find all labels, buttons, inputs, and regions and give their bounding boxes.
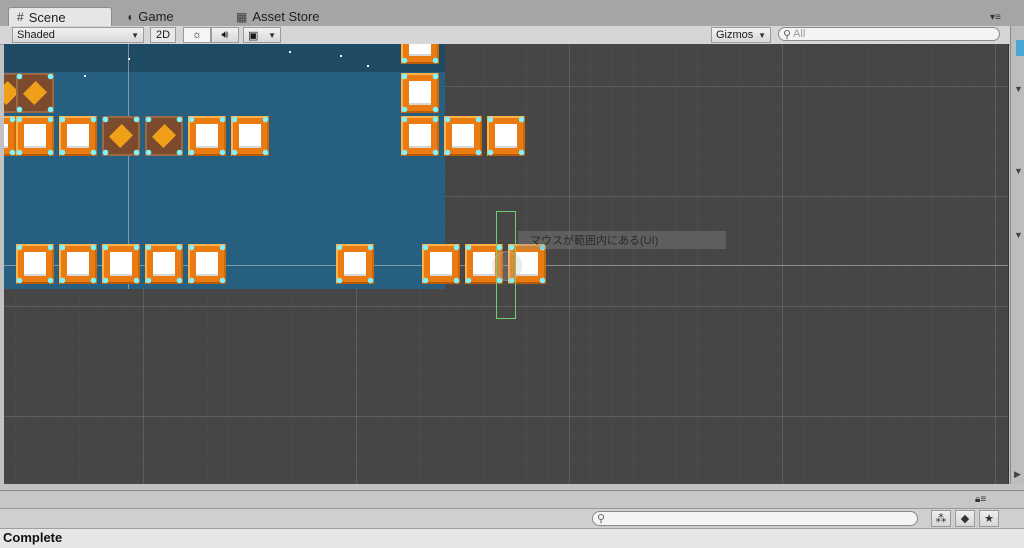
search-icon: ⚲ bbox=[783, 28, 792, 41]
ui-hover-label: マウスが範囲内にある(UI) bbox=[518, 231, 726, 249]
sun-icon: ☼ bbox=[191, 29, 203, 41]
inspector-strip bbox=[1010, 26, 1024, 484]
ground-tile[interactable] bbox=[59, 116, 97, 156]
pacman-icon: ◖ bbox=[126, 9, 134, 24]
crate-tile[interactable] bbox=[16, 73, 54, 113]
speaker-icon: 🔊︎ bbox=[221, 28, 229, 41]
gizmos-label: Gizmos bbox=[716, 29, 754, 41]
sky-strip bbox=[4, 44, 445, 72]
filter-type-button[interactable]: ⁂ bbox=[931, 510, 951, 527]
star bbox=[367, 65, 369, 67]
ground-tile[interactable] bbox=[59, 244, 97, 284]
ground-tile[interactable] bbox=[145, 244, 183, 284]
star bbox=[289, 51, 291, 53]
selection-outline bbox=[496, 211, 516, 319]
project-search-input[interactable]: ⚲ bbox=[592, 511, 918, 526]
audio-toggle-button[interactable]: 🔊︎ bbox=[211, 27, 239, 43]
toggle-2d-label: 2D bbox=[155, 29, 171, 41]
gizmos-dropdown[interactable]: Gizmos ▼ bbox=[711, 27, 771, 43]
collapse-arrow-icon[interactable]: ▼ bbox=[1014, 230, 1023, 240]
effects-dropdown[interactable]: ▣ ▼ bbox=[243, 27, 281, 43]
shading-mode-label: Shaded bbox=[17, 29, 55, 41]
filter-label-button[interactable]: ◆ bbox=[955, 510, 975, 527]
object-thumbnail bbox=[1016, 40, 1024, 56]
lighting-toggle-button[interactable]: ☼ bbox=[183, 27, 211, 43]
scene-search-input[interactable]: ⚲ All bbox=[778, 27, 1000, 41]
tab-label: Scene bbox=[28, 9, 66, 25]
scene-toolbar: Shaded ▼ 2D ☼ 🔊︎ ▣ ▼ Gizmos ▼ ⚲ All bbox=[0, 26, 1010, 45]
store-icon: ▦ bbox=[236, 9, 248, 24]
ground-tile[interactable] bbox=[188, 244, 226, 284]
toggle-2d-button[interactable]: 2D bbox=[150, 27, 176, 43]
collapse-arrow-icon[interactable]: ▼ bbox=[1014, 84, 1023, 94]
tab-scene[interactable]: # Scene bbox=[8, 7, 112, 26]
tab-label: Game bbox=[138, 9, 174, 24]
scroll-arrow-icon[interactable]: ▶ bbox=[1014, 469, 1021, 480]
image-icon: ▣ bbox=[248, 29, 259, 42]
ground-tile[interactable] bbox=[444, 116, 482, 156]
chevron-down-icon: ▼ bbox=[268, 30, 276, 40]
tab-label: Asset Store bbox=[252, 9, 320, 24]
chevron-down-icon: ▼ bbox=[758, 30, 766, 40]
ground-tile[interactable] bbox=[487, 116, 525, 156]
tab-game[interactable]: ◖ Game bbox=[118, 7, 218, 26]
ground-tile[interactable] bbox=[4, 116, 16, 156]
crate-tile[interactable] bbox=[102, 116, 140, 156]
ground-tile[interactable] bbox=[16, 116, 54, 156]
ground-tile[interactable] bbox=[401, 73, 439, 113]
scene-viewport[interactable]: マウスが範囲内にある(UI) bbox=[4, 44, 1009, 484]
lock-icon[interactable]: 🔒︎≡ bbox=[975, 494, 986, 505]
status-bar bbox=[0, 528, 1024, 548]
chevron-down-icon: ▼ bbox=[131, 30, 139, 40]
tab-menu-icon[interactable]: ▾≡ bbox=[990, 12, 1001, 23]
ground-tile[interactable] bbox=[188, 116, 226, 156]
ground-tile[interactable] bbox=[422, 244, 460, 284]
favorites-button[interactable]: ★ bbox=[979, 510, 999, 527]
ground-tile[interactable] bbox=[231, 116, 269, 156]
tab-bar: # Scene ◖ Game ▦ Asset Store ▾≡ bbox=[0, 0, 1024, 27]
collapse-arrow-icon[interactable]: ▼ bbox=[1014, 166, 1023, 176]
ground-tile[interactable] bbox=[102, 244, 140, 284]
tab-asset-store[interactable]: ▦ Asset Store bbox=[228, 7, 348, 26]
star-icon: ★ bbox=[984, 513, 994, 525]
ground-tile[interactable] bbox=[401, 44, 439, 64]
shading-mode-dropdown[interactable]: Shaded ▼ bbox=[12, 27, 144, 43]
ground-tile[interactable] bbox=[336, 244, 374, 284]
search-icon: ⚲ bbox=[597, 513, 606, 525]
ground-tile[interactable] bbox=[401, 116, 439, 156]
star bbox=[84, 75, 86, 77]
tag-icon: ◆ bbox=[960, 513, 970, 525]
star bbox=[340, 55, 342, 57]
shapes-icon: ⁂ bbox=[935, 513, 947, 525]
search-placeholder: All bbox=[793, 28, 806, 40]
grid-icon: # bbox=[17, 10, 24, 24]
ground-tile[interactable] bbox=[16, 244, 54, 284]
status-text: Complete bbox=[3, 530, 63, 545]
crate-tile[interactable] bbox=[145, 116, 183, 156]
